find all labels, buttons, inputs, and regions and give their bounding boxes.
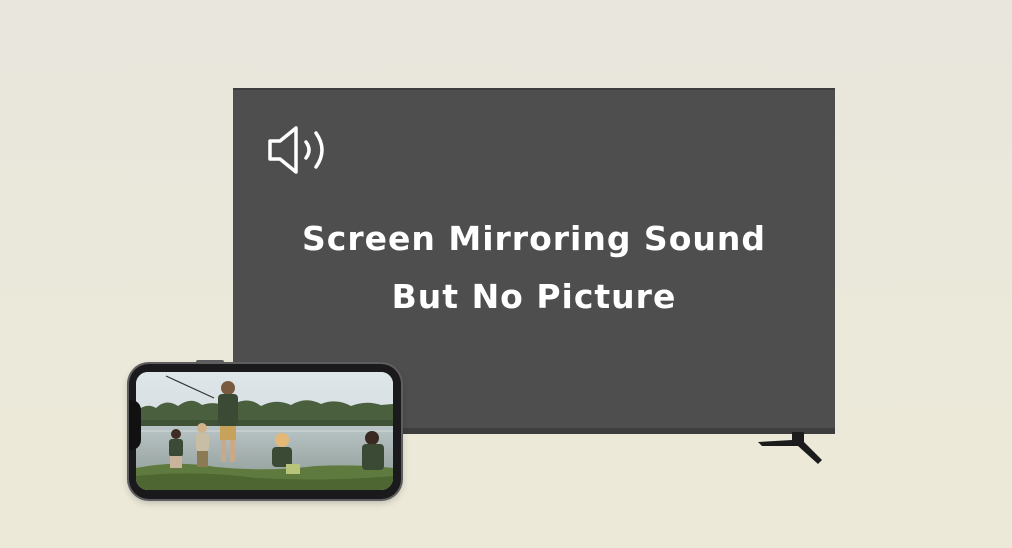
phone-screen-photo <box>136 372 393 490</box>
headline-line-1: Screen Mirroring Sound <box>302 219 766 258</box>
speaker-volume-icon <box>268 126 324 174</box>
headline-line-2: But No Picture <box>391 277 677 316</box>
headline: Screen Mirroring Sound But No Picture <box>233 210 835 326</box>
tv-stand <box>758 432 822 464</box>
phone-notch <box>129 400 141 450</box>
smartphone <box>129 364 401 499</box>
lakeside-photo <box>136 372 393 490</box>
